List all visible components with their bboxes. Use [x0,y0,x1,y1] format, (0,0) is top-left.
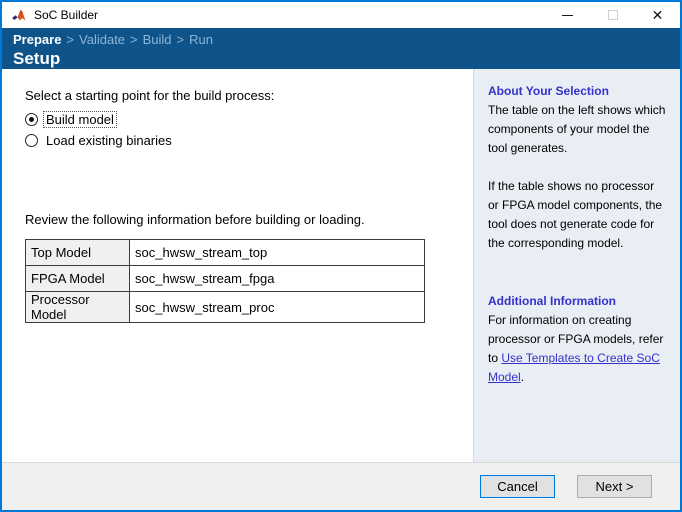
main-pane: Select a starting point for the build pr… [2,69,473,462]
breadcrumb-step-validate: Validate [79,32,126,47]
additional-information-paragraph: For information on creating processor or… [488,311,668,387]
window-title: SoC Builder [34,8,99,22]
help-sidebar: About Your Selection The table on the le… [473,69,680,462]
radio-load-binaries-label[interactable]: Load existing binaries [44,133,174,148]
breadcrumb-separator: > [130,32,138,47]
breadcrumb-separator: > [176,32,185,47]
about-selection-paragraph-2: If the table shows no processor or FPGA … [488,179,663,250]
footer-bar: Cancel Next > [2,462,680,510]
breadcrumb-step-prepare: Prepare [13,32,62,47]
about-selection-heading: About Your Selection [488,84,609,98]
table-row: Processor Model soc_hwsw_stream_proc [25,291,425,323]
maximize-icon [607,10,618,20]
page-title: Setup [13,49,61,68]
wizard-body: Select a starting point for the build pr… [2,69,680,462]
window-controls: ✕ [545,2,680,28]
radio-load-binaries[interactable]: Load existing binaries [25,133,473,148]
minimize-button[interactable] [545,2,590,28]
breadcrumb: Prepare > Validate > Build > Run [13,32,680,48]
table-row-value: soc_hwsw_stream_proc [129,291,425,323]
radio-load-binaries-circle[interactable] [25,134,38,147]
matlab-logo-icon [12,9,26,21]
wizard-header: Prepare > Validate > Build > Run Setup [2,28,680,69]
start-point-prompt: Select a starting point for the build pr… [25,88,275,103]
titlebar: SoC Builder ✕ [2,2,680,28]
additional-information-heading: Additional Information [488,294,616,308]
soc-builder-window: SoC Builder ✕ Prepare > Validate > Build > Run… [0,0,682,512]
radio-build-model[interactable]: Build model [25,111,473,128]
table-row-value: soc_hwsw_stream_fpga [129,265,425,292]
table-row-label: Top Model [25,239,130,266]
additional-info-period: . [520,370,525,384]
templates-link[interactable]: Use Templates to Create SoC Model [488,351,660,384]
minimize-icon [562,14,573,16]
maximize-button[interactable] [590,2,635,28]
table-row: FPGA Model soc_hwsw_stream_fpga [25,265,425,292]
close-icon: ✕ [651,7,664,23]
radio-build-model-circle[interactable] [25,113,38,126]
radio-build-model-label[interactable]: Build model [43,111,117,128]
table-row-label: FPGA Model [25,265,130,292]
table-row-value: soc_hwsw_stream_top [129,239,425,266]
table-row: Top Model soc_hwsw_stream_top [25,239,425,266]
model-info-table: Top Model soc_hwsw_stream_top FPGA Model… [25,239,425,323]
table-row-label: Processor Model [25,291,130,323]
next-button[interactable]: Next > [577,475,652,498]
review-instruction: Review the following information before … [25,212,365,227]
about-selection-paragraph-1: The table on the left shows which compon… [488,103,666,155]
breadcrumb-step-build: Build [142,32,172,47]
breadcrumb-separator: > [66,32,75,47]
breadcrumb-step-run: Run [189,32,213,47]
close-button[interactable]: ✕ [635,2,680,28]
cancel-button[interactable]: Cancel [480,475,555,498]
